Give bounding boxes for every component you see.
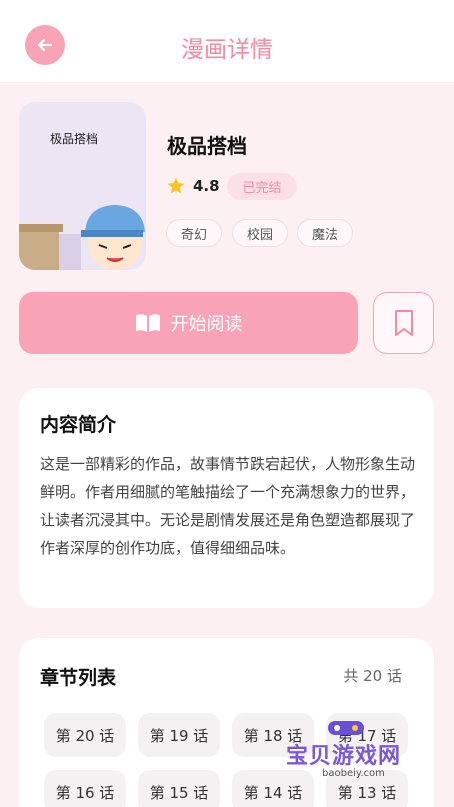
cover-illustration (19, 205, 145, 270)
watermark-url: baobeiy.com (322, 768, 385, 779)
intro-card: 内容简介 这是一部精彩的作品，故事情节跌宕起伏，人物形象生动鲜明。作者用细腻的笔… (19, 388, 434, 608)
chapter-count: 共 20 话 (343, 667, 402, 685)
chapter-list-title: 章节列表 (40, 667, 117, 689)
manga-title: 极品搭档 (167, 134, 247, 158)
tag-campus[interactable]: 校园 (232, 219, 288, 247)
bookmark-button[interactable] (373, 292, 434, 354)
status-badge: 已完结 (227, 173, 297, 200)
book-open-icon (135, 314, 160, 332)
page-title: 漫画详情 (181, 37, 273, 63)
rating-value: 4.8 (193, 177, 220, 195)
chapter-item[interactable]: 第 15 话 (138, 770, 220, 807)
star-icon (167, 177, 185, 194)
bookmark-icon (394, 310, 413, 336)
start-reading-label: 开始阅读 (170, 314, 243, 335)
watermark-text: 宝贝游戏网 (286, 744, 402, 769)
gamepad-icon (328, 721, 364, 735)
top-bar: 漫画详情 (0, 0, 454, 82)
manga-cover[interactable]: 极品搭档 (19, 102, 146, 270)
tag-magic[interactable]: 魔法 (297, 219, 353, 247)
chapter-item[interactable]: 第 20 话 (44, 713, 126, 757)
chapter-item[interactable]: 第 16 话 (44, 770, 126, 807)
intro-title: 内容简介 (40, 414, 117, 436)
site-watermark: 宝贝游戏网 baobeiy.com (280, 718, 420, 784)
intro-text: 这是一部精彩的作品，故事情节跌宕起伏，人物形象生动鲜明。作者用细腻的笔触描绘了一… (40, 455, 416, 557)
start-reading-button[interactable]: 开始阅读 (19, 292, 358, 354)
tag-fantasy[interactable]: 奇幻 (166, 219, 222, 247)
chapter-item[interactable]: 第 19 话 (138, 713, 220, 757)
